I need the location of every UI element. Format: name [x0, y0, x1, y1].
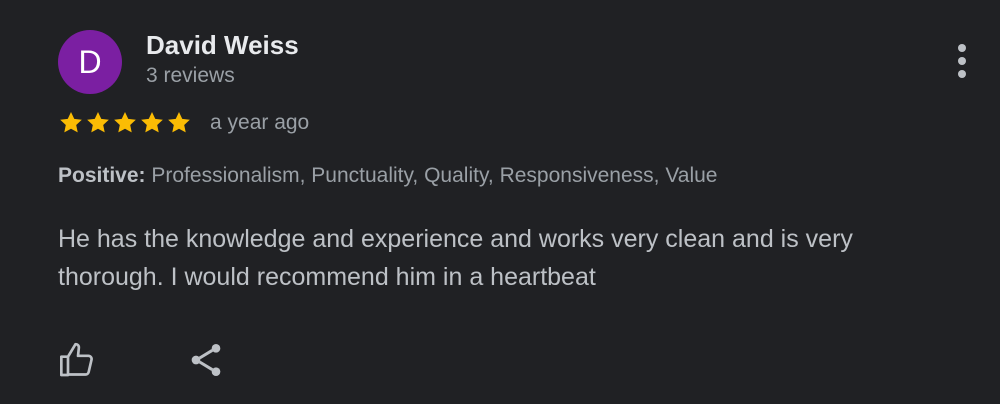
- star-icon: [87, 111, 109, 133]
- attribute-tags: Positive: Professionalism, Punctuality, …: [58, 164, 717, 188]
- star-rating: [58, 110, 192, 136]
- more-vert-icon-dot: [958, 44, 966, 52]
- more-vert-icon-dot: [958, 57, 966, 65]
- star-icon: [60, 111, 82, 133]
- star-icon: [141, 111, 163, 133]
- more-options-button[interactable]: [946, 40, 978, 82]
- like-button[interactable]: [56, 338, 100, 382]
- tags-label: Positive:: [58, 164, 146, 187]
- avatar[interactable]: D: [58, 30, 122, 94]
- reviewer-name[interactable]: David Weiss: [146, 30, 299, 61]
- share-icon: [191, 344, 221, 376]
- thumb-up-icon: [60, 342, 93, 377]
- star-icon: [168, 111, 190, 133]
- star-icon: [114, 111, 136, 133]
- share-button[interactable]: [184, 338, 228, 382]
- more-vert-icon-dot: [958, 70, 966, 78]
- review-time: a year ago: [210, 111, 310, 134]
- avatar-initial: D: [78, 43, 102, 80]
- tags-values: Professionalism, Punctuality, Quality, R…: [151, 164, 718, 187]
- reviewer-review-count: 3 reviews: [146, 64, 235, 87]
- review-text: He has the knowledge and experience and …: [58, 225, 853, 291]
- rating-row: a year ago: [58, 110, 309, 136]
